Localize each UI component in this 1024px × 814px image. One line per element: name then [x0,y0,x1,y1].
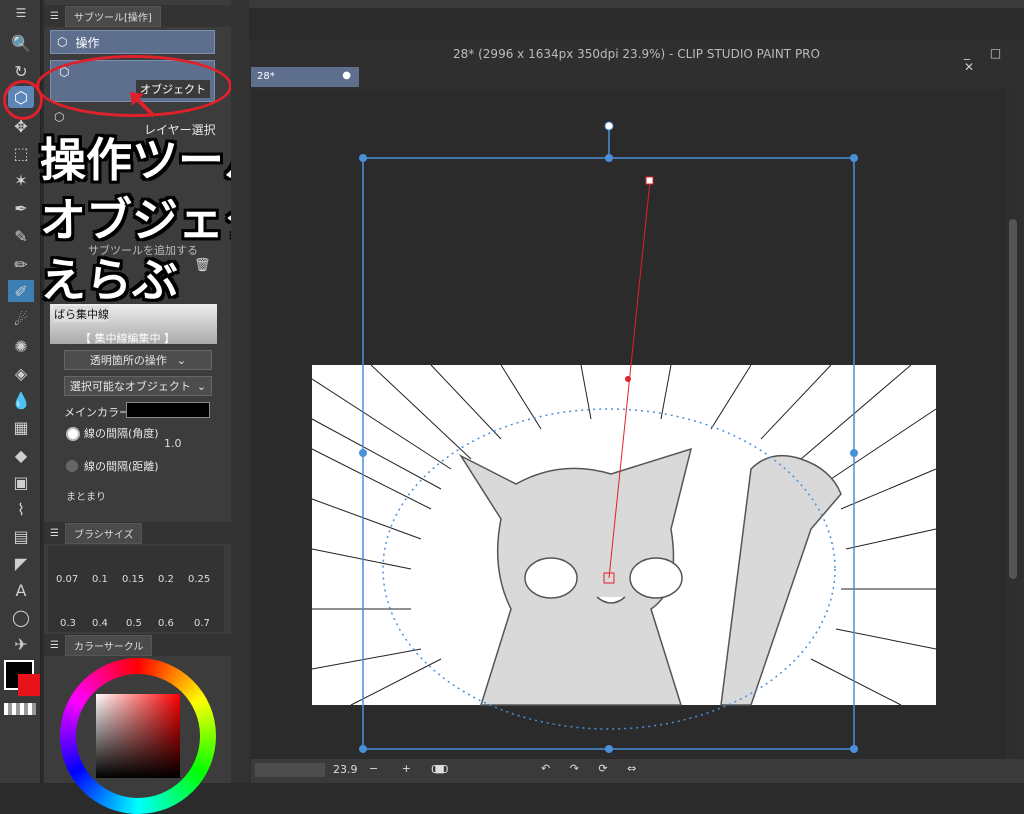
saturation-square[interactable] [96,694,180,778]
distance-radio[interactable] [66,460,78,472]
document-tab[interactable]: 28* ● [251,67,359,87]
text-icon[interactable]: A [8,579,34,601]
decoration-icon[interactable]: ✺ [8,335,34,357]
window-controls[interactable]: _ □ ✕ [964,46,1024,74]
brush-size-item[interactable]: 0.15 [122,574,144,585]
zoom-slider[interactable] [255,763,325,777]
line-angle-label: 線の間隔(角度) [84,427,159,440]
brush-size-item[interactable]: 0.7 [194,618,210,629]
callout-line3: えらぶ [40,253,178,307]
color-circle-tab[interactable]: カラーサークル [64,634,153,656]
document-tab-label: 28* [257,71,275,82]
brush-size-item[interactable]: 0.2 [158,574,174,585]
fill-icon[interactable]: ◆ [8,444,34,466]
eyedropper-icon[interactable]: ✒ [8,197,34,219]
panel-gutter [231,0,249,783]
main-color-field[interactable] [126,402,210,418]
selection-icon[interactable]: ⬚ [8,142,34,164]
editing-label: 【 集中線編集中 】 [80,332,175,345]
correct-line-icon[interactable]: ✈ [8,633,34,655]
pen-icon[interactable]: ✎ [8,225,34,247]
angle-radio[interactable] [66,427,80,441]
menu-icon[interactable]: ☰ [8,2,34,24]
pencil-icon[interactable]: ✏ [8,253,34,275]
panel-menu-icon[interactable]: ☰ [50,640,59,651]
brush-size-grid: 0.07 0.1 0.15 0.2 0.25 0.3 0.4 0.5 0.6 0… [48,546,224,632]
transparent-op-value: 透明箇所の操作 [89,354,167,367]
panel-menu-icon[interactable]: ☰ [50,11,59,22]
subtool-group-label: 操作 [75,35,100,50]
sub-color-swatch[interactable] [18,674,40,696]
blend-icon[interactable]: 💧 [8,389,34,411]
rotate-buttons[interactable]: ↶ ↷ ⟳ ⇔ [541,762,644,775]
line-angle-value[interactable]: 1.0 [164,437,182,450]
trash-icon[interactable]: 🗑 [194,258,211,273]
balloon-icon[interactable]: ◯ [8,606,34,628]
brush-size-item[interactable]: 0.1 [92,574,108,585]
vertical-scrollbar[interactable] [1006,89,1020,759]
transparent-op-dropdown[interactable]: 透明箇所の操作 ⌄ [64,350,212,370]
command-bar [231,0,1024,8]
line-distance-label: 線の間隔(距離) [84,460,159,473]
brush-icon[interactable]: ✐ [8,280,34,302]
auto-select-icon[interactable]: ✶ [8,169,34,191]
selectable-value: 選択可能なオブジェクト [69,380,191,393]
main-color-label: メインカラー [64,406,130,419]
subtool-group-operation[interactable]: ⬡ 操作 [50,30,215,54]
brush-preview-label: ばら集中線 [54,306,109,322]
frame-icon[interactable]: ▤ [8,525,34,547]
color-circle-header: ☰ カラーサークル [44,634,231,656]
gradient-icon[interactable]: ▣ [8,471,34,493]
close-tab-icon[interactable]: ● [342,70,351,81]
operation-icon: ⬡ [57,35,68,49]
brush-size-item[interactable]: 0.3 [60,618,76,629]
subtool-tab[interactable]: サブツール[操作] [64,5,161,27]
brush-size-header: ☰ ブラシサイズ [44,522,231,544]
tool-palette: ☰ 🔍 ↻ ⬡ ✥ ⬚ ✶ ✒ ✎ ✏ ✐ ☄ ✺ ◈ 💧 ▦ ◆ ▣ ⌇ ▤ … [0,0,43,783]
eraser-icon[interactable]: ◈ [8,362,34,384]
zoom-value[interactable]: 23.9 [333,763,358,776]
brush-size-item[interactable]: 0.5 [126,618,142,629]
move-view-icon[interactable]: ↻ [8,60,34,82]
airbrush-icon[interactable]: ☄ [8,308,34,330]
figure-icon[interactable]: ▦ [8,416,34,438]
transparent-color-swatch[interactable] [4,703,36,715]
hue-ring[interactable] [60,658,216,814]
annotation-arrow [130,92,156,118]
chevron-down-icon: ⌄ [176,353,187,367]
ruler-icon[interactable]: ⌇ [8,498,34,520]
more-label: まとまり [66,492,106,503]
chevron-down-icon: ⌄ [196,379,207,393]
canvas-window-title: 28* (2996 x 1634px 350dpi 23.9%) - CLIP … [453,47,820,61]
status-bar: 23.9 − + ■ 0.0 ↶ ↷ ⟳ ⇔ [251,759,1024,783]
subtool-panel-header: ☰ サブツール[操作] [44,5,231,27]
canvas-area[interactable] [251,89,1006,759]
zoom-icon[interactable]: 🔍 [8,32,34,54]
brush-size-item[interactable]: 0.4 [92,618,108,629]
canvas-drawing [311,121,937,753]
panel-menu-icon[interactable]: ☰ [50,528,59,539]
layer-select-icon: ⬡ [54,110,65,124]
scrollbar-thumb[interactable] [1009,219,1017,579]
brush-size-item[interactable]: 0.07 [56,574,78,585]
direct-draw-icon[interactable]: ◤ [8,552,34,574]
brush-size-item[interactable]: 0.25 [188,574,210,585]
brush-size-item[interactable]: 0.6 [158,618,174,629]
angle-value[interactable]: 0.0 [431,763,449,776]
selectable-dropdown[interactable]: 選択可能なオブジェクト ⌄ [64,376,212,396]
brush-size-tab[interactable]: ブラシサイズ [64,522,143,544]
